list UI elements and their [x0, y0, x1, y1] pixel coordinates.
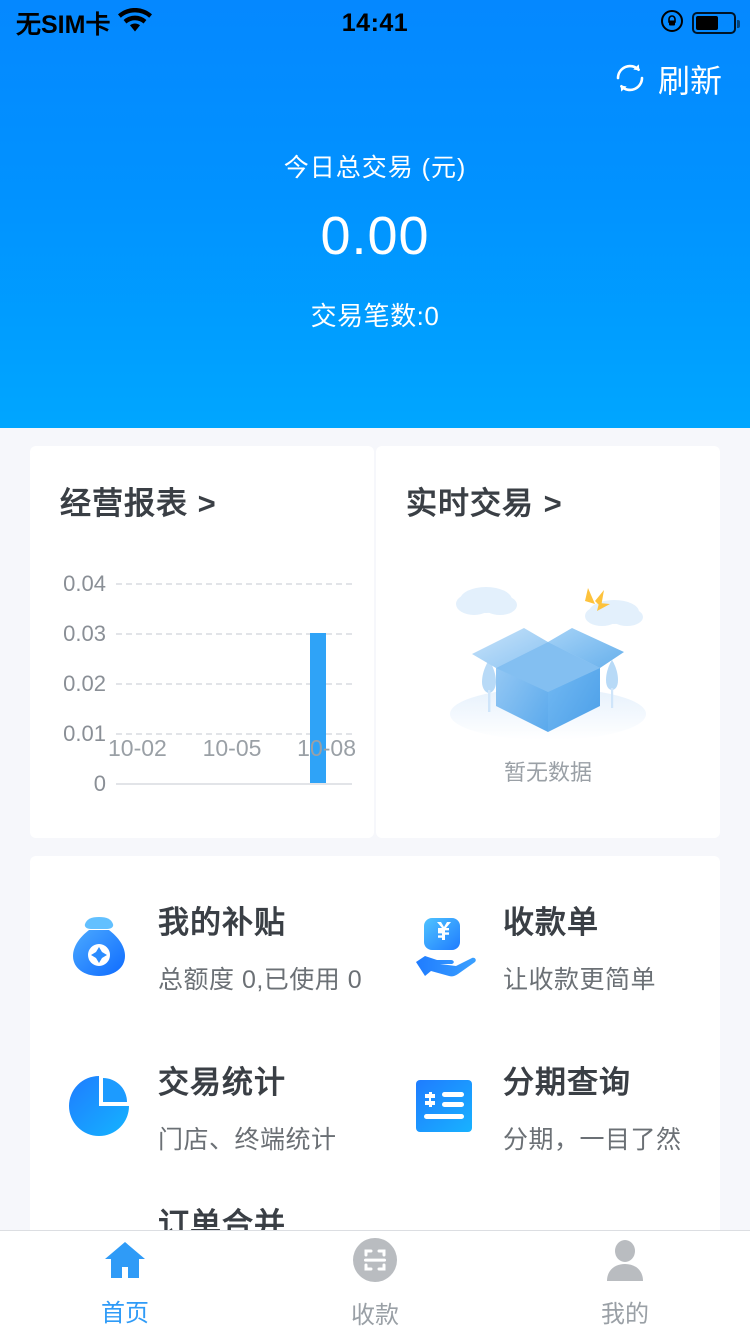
money-bag-icon: [56, 903, 142, 989]
menu-texts: 分期查询 分期，一目了然: [503, 1057, 682, 1156]
tab-home[interactable]: 首页: [0, 1231, 250, 1334]
y-tick-0: 0.04: [63, 571, 106, 596]
menu-subtitle: 分期，一目了然: [503, 1125, 682, 1154]
tab-profile[interactable]: 我的: [500, 1231, 750, 1334]
menu-title: 分期查询: [503, 1064, 631, 1100]
x-tick-1: 10-05: [202, 735, 262, 761]
feature-menu-row-2: 交易统计 门店、终端统计 分期查询 分期，一目了然: [30, 1026, 720, 1186]
app-screen: 无SIM卡 14:41 刷新 今日总交易 (元) 0.00 交易笔数:0 经营报…: [0, 0, 750, 1334]
realtime-empty-text: 暂无数据: [503, 760, 592, 785]
transaction-count-label: 交易笔数:0: [310, 301, 440, 331]
bottom-tab-bar: 首页 收款 我的: [0, 1230, 750, 1334]
x-tick-0: 10-02: [108, 735, 167, 761]
refresh-icon: [612, 60, 648, 101]
rotation-lock-icon: [660, 9, 684, 38]
feature-menu-card: 我的补贴 总额度 0,已使用 0 收款单 让收款更简单 交易统计 门店、终端统计…: [30, 856, 720, 1260]
main-content: 经营报表 > 0.04 0.03 0.02 0.01 0 10-02 10-05…: [0, 428, 750, 1334]
summary-cards-row: 经营报表 > 0.04 0.03 0.02 0.01 0 10-02 10-05…: [0, 428, 750, 838]
y-tick-4: 0: [93, 771, 106, 796]
chart-x-axis: 10-02 10-05 10-08: [30, 735, 374, 762]
empty-box-illustration: [438, 564, 658, 749]
business-report-chart: 0.04 0.03 0.02 0.01 0 10-02 10-05 10-08: [30, 523, 374, 823]
battery-icon: [692, 12, 740, 34]
x-tick-2: 10-08: [297, 735, 356, 761]
business-report-card[interactable]: 经营报表 > 0.04 0.03 0.02 0.01 0 10-02 10-05…: [30, 446, 374, 838]
business-report-title: 经营报表 >: [60, 486, 217, 521]
scan-pay-icon: [351, 1236, 399, 1289]
menu-title: 收款单: [503, 904, 599, 940]
status-bar: 无SIM卡 14:41: [0, 0, 750, 46]
menu-texts: 我的补贴 总额度 0,已使用 0: [158, 897, 362, 996]
status-bar-right: [660, 9, 740, 38]
menu-item-installment-query[interactable]: 分期查询 分期，一目了然: [375, 1026, 720, 1186]
y-tick-2: 0.02: [63, 671, 106, 696]
header-panel: 无SIM卡 14:41 刷新 今日总交易 (元) 0.00 交易笔数:0: [0, 0, 750, 428]
menu-subtitle: 门店、终端统计: [158, 1125, 337, 1154]
tab-profile-label: 我的: [601, 1300, 649, 1328]
chart-baseline: [116, 783, 352, 785]
realtime-transactions-card[interactable]: 实时交易 > 暂无数据: [376, 446, 720, 838]
home-icon: [101, 1238, 149, 1287]
receipt-icon: [401, 1063, 487, 1149]
feature-menu-row-1: 我的补贴 总额度 0,已使用 0 收款单 让收款更简单: [30, 866, 720, 1026]
tab-home-label: 首页: [101, 1299, 149, 1327]
status-bar-clock: 14:41: [341, 8, 409, 37]
menu-item-collection-order[interactable]: 收款单 让收款更简单: [375, 866, 720, 1026]
menu-subtitle: 让收款更简单: [503, 965, 657, 994]
realtime-empty-state: 暂无数据: [376, 564, 720, 787]
menu-title: 交易统计: [158, 1064, 286, 1100]
gridline-004: [116, 583, 352, 585]
menu-title: 我的补贴: [158, 904, 286, 940]
refresh-button[interactable]: 刷新: [612, 60, 722, 101]
menu-subtitle: 总额度 0,已使用 0: [158, 965, 363, 994]
refresh-label: 刷新: [657, 62, 722, 99]
person-icon: [601, 1237, 649, 1288]
menu-item-transaction-stats[interactable]: 交易统计 门店、终端统计: [30, 1026, 375, 1186]
menu-texts: 收款单 让收款更简单: [503, 897, 656, 996]
menu-texts: 交易统计 门店、终端统计: [158, 1057, 337, 1156]
today-total-label: 今日总交易 (元): [283, 154, 467, 182]
pie-chart-icon: [56, 1063, 142, 1149]
hand-card-yen-icon: [401, 903, 487, 989]
realtime-transactions-title: 实时交易 >: [406, 486, 563, 521]
tab-collect-label: 收款: [351, 1301, 399, 1329]
tab-collect[interactable]: 收款: [250, 1231, 500, 1334]
menu-item-my-subsidy[interactable]: 我的补贴 总额度 0,已使用 0: [30, 866, 375, 1026]
y-tick-1: 0.03: [63, 621, 106, 646]
today-total-amount: 0.00: [320, 206, 430, 266]
